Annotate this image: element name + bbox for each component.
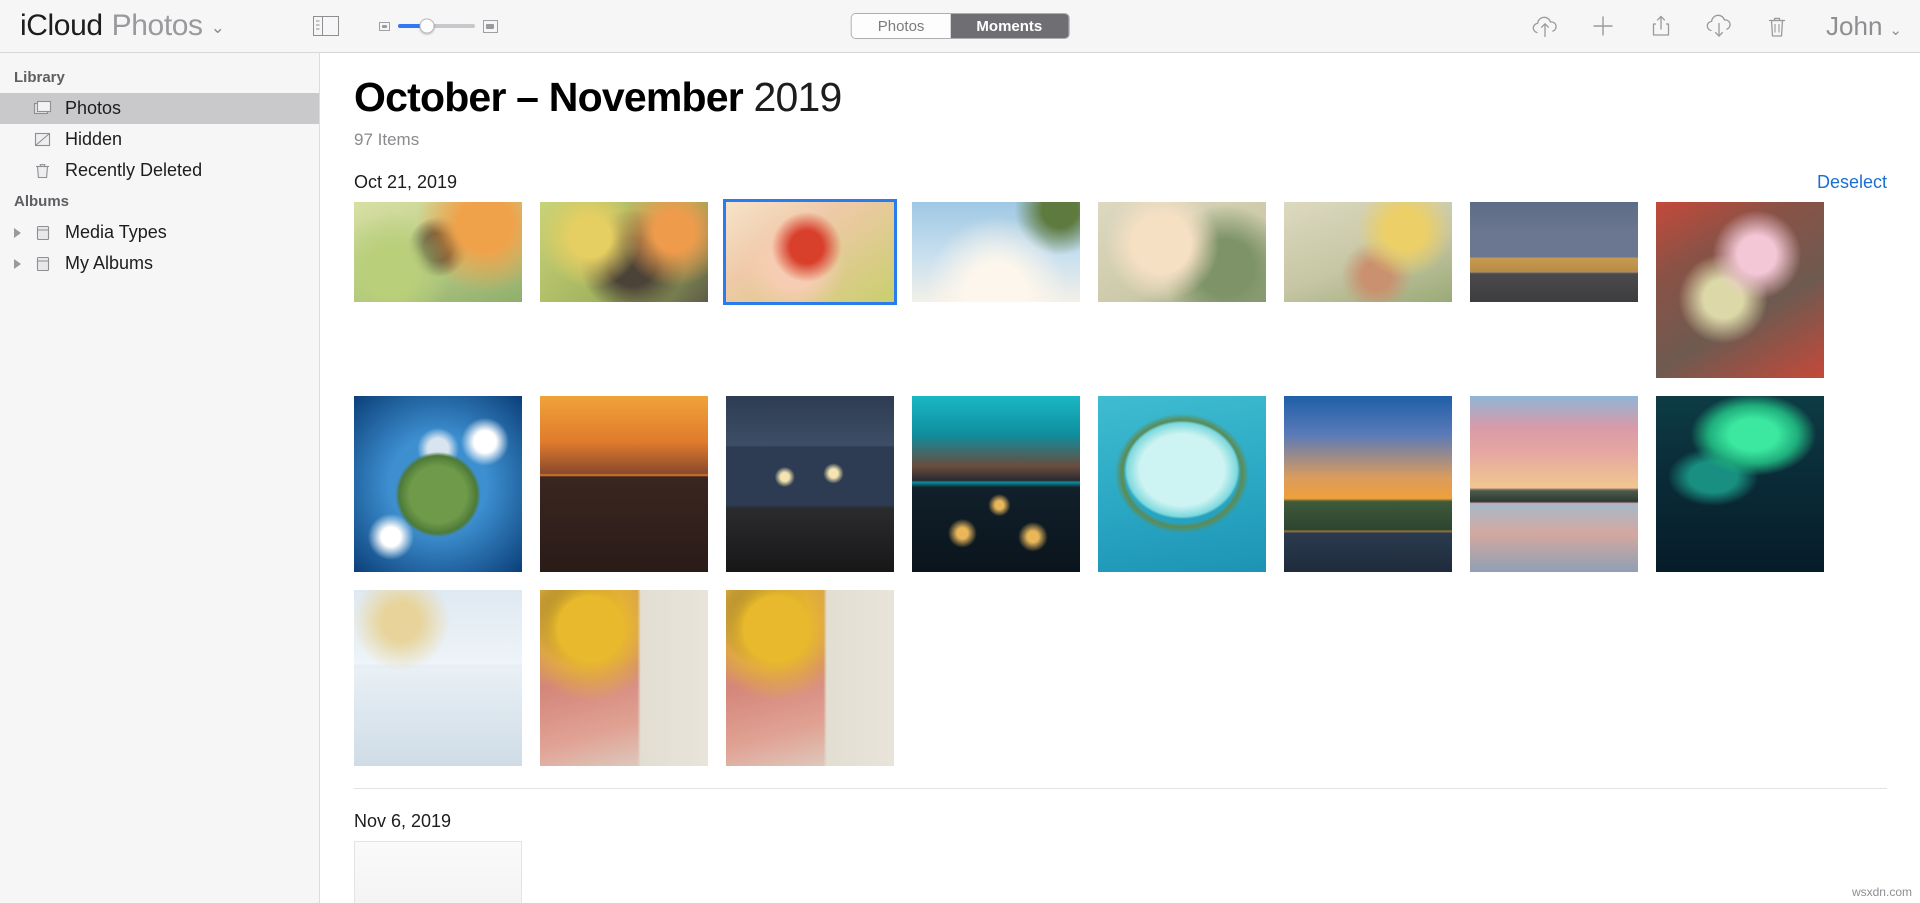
photo-thumbnail[interactable] — [354, 202, 522, 303]
photo-image — [540, 202, 708, 303]
photo-thumbnail[interactable] — [540, 590, 708, 767]
item-count-label: 97 Items — [354, 130, 420, 150]
page-title-range: October – November — [354, 74, 744, 120]
photo-image — [540, 396, 708, 573]
photo-image — [912, 202, 1080, 303]
photo-thumbnail[interactable] — [1470, 202, 1638, 303]
brand-icloud-label: iCloud — [20, 9, 103, 42]
photo-image — [354, 590, 522, 767]
small-thumbnail-icon[interactable] — [378, 21, 390, 31]
photo-thumbnail[interactable] — [540, 202, 708, 303]
photo-image — [912, 396, 1080, 573]
sidebar-item-label: Hidden — [65, 129, 123, 149]
photo-image — [1656, 202, 1824, 379]
photo-image — [726, 590, 894, 767]
photo-image — [354, 841, 522, 903]
photo-image — [1470, 202, 1638, 303]
tab-moments[interactable]: Moments — [950, 14, 1069, 38]
sidebar: Library Photos Hidden Recently Deleted A… — [0, 53, 320, 903]
album-folder-icon — [33, 254, 55, 274]
photo-image — [354, 396, 522, 573]
photo-image — [1098, 396, 1266, 573]
photo-image — [1284, 202, 1452, 303]
deselect-button[interactable]: Deselect — [1817, 172, 1887, 193]
moment-header: Oct 21, 2019 Deselect — [321, 150, 1920, 202]
sidebar-item-label: My Albums — [65, 253, 154, 273]
photo-thumbnail[interactable] — [1098, 396, 1266, 573]
chevron-right-icon[interactable] — [14, 258, 21, 269]
moment-date-label: Nov 6, 2019 — [354, 811, 452, 832]
user-name-label: John — [1826, 10, 1883, 41]
page-header: October – November 2019 97 Items — [321, 53, 1920, 150]
share-icon[interactable] — [1646, 11, 1676, 41]
photo-library-main: October – November 2019 97 Items Oct 21,… — [321, 53, 1920, 903]
photo-image — [354, 202, 522, 303]
chevron-down-icon: ⌄ — [1889, 21, 1902, 39]
trash-icon — [33, 161, 55, 181]
photo-image — [726, 202, 894, 303]
photo-thumbnail[interactable] — [540, 396, 708, 573]
photo-thumbnail[interactable] — [912, 202, 1080, 303]
zoom-slider[interactable] — [397, 18, 475, 34]
photo-thumbnail[interactable] — [726, 396, 894, 573]
sidebar-item-hidden[interactable]: Hidden — [0, 124, 319, 155]
delete-icon[interactable] — [1762, 11, 1792, 41]
sidebar-item-media-types[interactable]: Media Types — [0, 217, 319, 248]
photo-image — [540, 590, 708, 767]
watermark: wsxdn.com — [1851, 885, 1912, 899]
photo-thumbnail[interactable] — [1470, 396, 1638, 573]
sidebar-item-my-albums[interactable]: My Albums — [0, 248, 319, 279]
photo-image — [1284, 396, 1452, 573]
thumbnail-size-control[interactable] — [378, 18, 498, 34]
view-mode-segmented-control[interactable]: Photos Moments — [850, 13, 1070, 39]
photo-grid — [321, 199, 1920, 767]
chevron-down-icon: ⌄ — [210, 18, 225, 37]
page-title: October – November 2019 — [354, 75, 1920, 119]
album-folder-icon — [33, 223, 55, 243]
photo-image — [726, 396, 894, 573]
page-title-year: 2019 — [753, 74, 843, 120]
photo-grid — [321, 841, 1920, 903]
add-icon[interactable] — [1588, 11, 1618, 41]
photo-thumbnail[interactable] — [1656, 202, 1824, 379]
photo-thumbnail[interactable] — [354, 396, 522, 573]
hidden-icon — [33, 130, 55, 150]
sidebar-section-library: Library — [14, 69, 65, 86]
top-toolbar: iCloud Photos ⌄ Photos Moments John ⌄ — [0, 0, 1920, 53]
photo-image — [1656, 396, 1824, 573]
photo-thumbnail[interactable] — [1098, 202, 1266, 303]
photo-thumbnail[interactable] — [1284, 396, 1452, 573]
sidebar-item-label: Media Types — [65, 222, 167, 242]
photos-stack-icon — [33, 99, 55, 119]
sidebar-item-recently-deleted[interactable]: Recently Deleted — [0, 155, 319, 186]
photo-thumbnail-selected[interactable] — [723, 199, 897, 306]
chevron-right-icon[interactable] — [14, 227, 21, 238]
moment-header: Nov 6, 2019 — [321, 789, 1920, 841]
photo-image — [1098, 202, 1266, 303]
brand-app-label: Photos — [111, 9, 203, 42]
photo-thumbnail[interactable] — [354, 841, 522, 903]
upload-icon[interactable] — [1530, 11, 1560, 41]
sidebar-item-label: Photos — [65, 98, 122, 118]
photo-thumbnail[interactable] — [1284, 202, 1452, 303]
sidebar-item-label: Recently Deleted — [65, 160, 203, 180]
download-icon[interactable] — [1704, 11, 1734, 41]
photo-thumbnail[interactable] — [912, 396, 1080, 573]
photo-thumbnail[interactable] — [1656, 396, 1824, 573]
toolbar-actions: John ⌄ — [1530, 11, 1902, 42]
photo-image — [1470, 396, 1638, 573]
photo-thumbnail[interactable] — [726, 590, 894, 767]
photo-thumbnail[interactable] — [354, 590, 522, 767]
sidebar-section-albums: Albums — [14, 193, 70, 210]
moment-date-label: Oct 21, 2019 — [354, 172, 458, 193]
app-title-menu[interactable]: iCloud Photos ⌄ — [20, 9, 225, 43]
tab-photos[interactable]: Photos — [851, 14, 951, 38]
large-thumbnail-icon[interactable] — [482, 19, 498, 33]
sidebar-toggle-icon — [312, 16, 339, 36]
sidebar-item-photos[interactable]: Photos — [0, 93, 319, 124]
zoom-slider-knob[interactable] — [419, 18, 435, 34]
sidebar-toggle-button[interactable] — [311, 15, 341, 37]
user-account-menu[interactable]: John ⌄ — [1826, 11, 1902, 42]
